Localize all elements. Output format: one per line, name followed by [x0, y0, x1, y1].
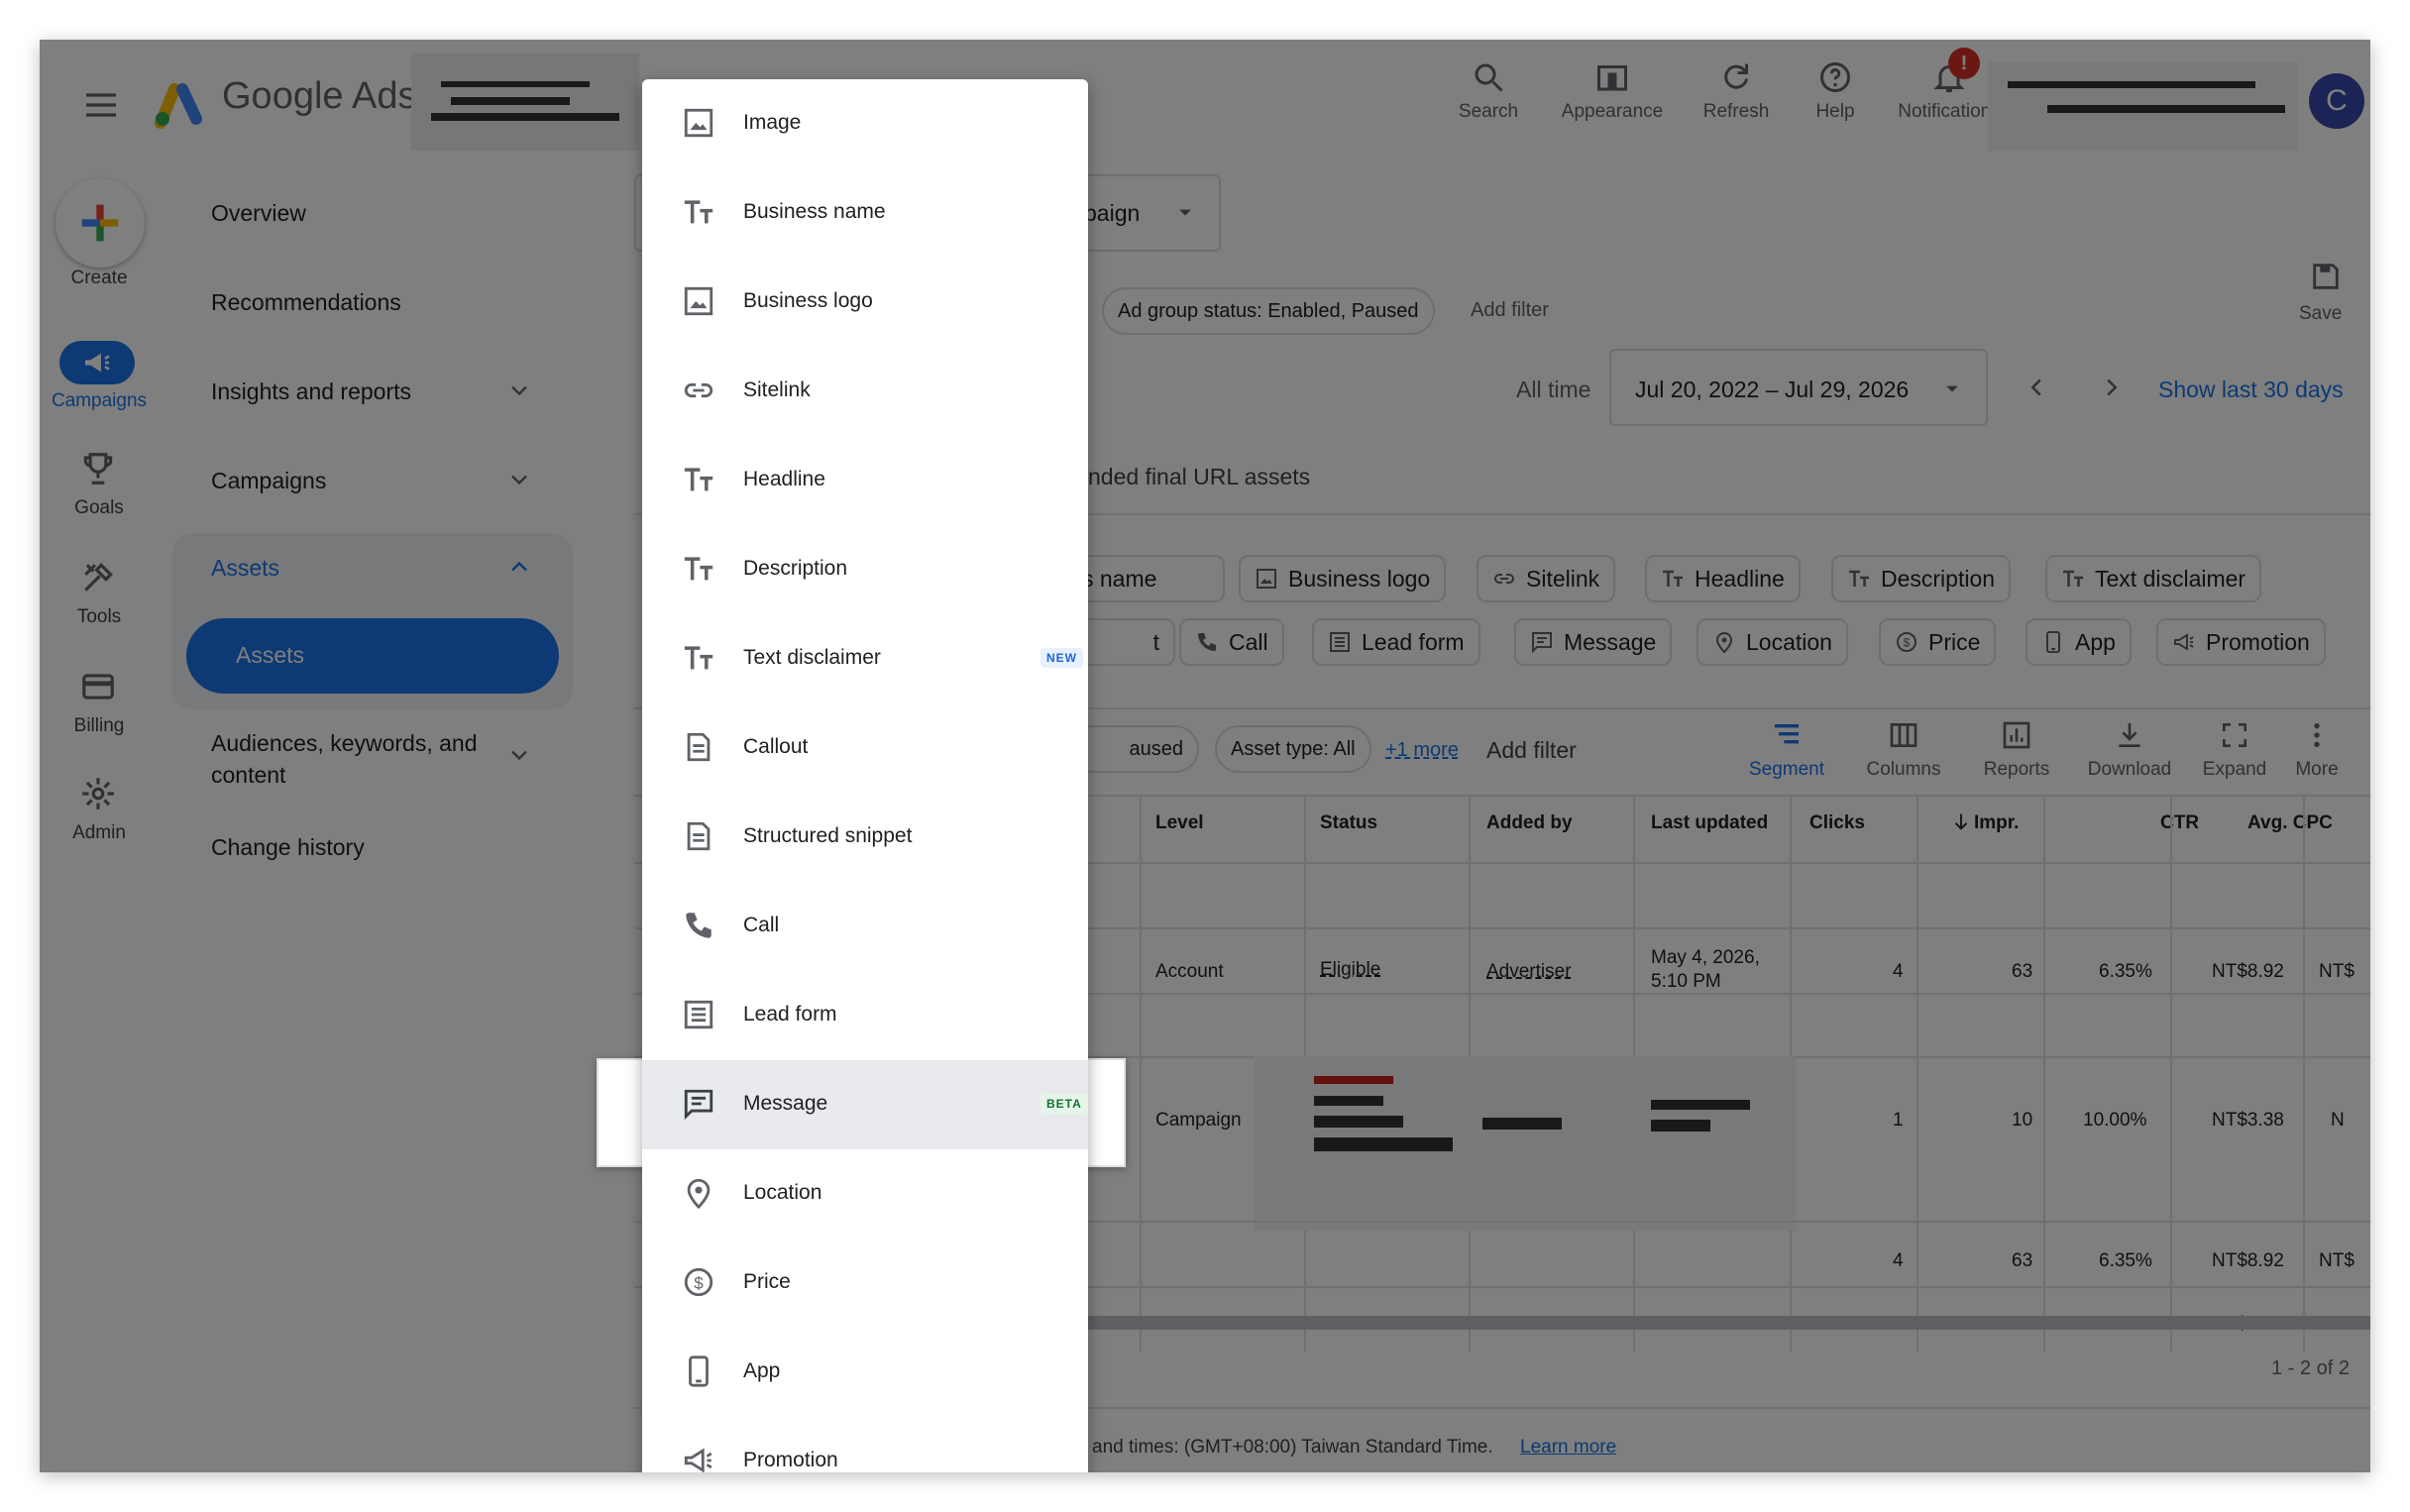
menu-item-business-logo[interactable]: Business logo: [642, 258, 1088, 347]
app-icon: [689, 1355, 709, 1387]
menu-item-structured-snippet[interactable]: Structured snippet: [642, 793, 1088, 882]
document-icon: [687, 732, 711, 762]
text-icon: [684, 468, 713, 491]
link-icon: [684, 382, 713, 398]
asset-type-menu: Image Business name Business logo Siteli…: [642, 79, 1088, 1472]
menu-item-label: Price: [743, 1270, 791, 1293]
menu-item-label: App: [743, 1359, 781, 1382]
menu-item-label: Location: [743, 1181, 822, 1204]
modal-scrim: [40, 40, 2370, 1472]
text-icon: [684, 557, 713, 581]
menu-item-text-disclaimer[interactable]: Text disclaimer NEW: [642, 614, 1088, 703]
menu-item-label: Description: [743, 557, 848, 580]
menu-item-label: Headline: [743, 468, 825, 490]
message-icon: [684, 1089, 713, 1121]
menu-item-price[interactable]: $ Price: [642, 1239, 1088, 1328]
menu-item-promotion[interactable]: Promotion: [642, 1417, 1088, 1472]
menu-item-image[interactable]: Image: [642, 79, 1088, 168]
image-icon: [684, 108, 713, 138]
new-badge: NEW: [1041, 648, 1083, 668]
menu-item-label: Promotion: [743, 1449, 838, 1471]
svg-text:$: $: [694, 1273, 704, 1292]
image-icon: [684, 286, 713, 316]
menu-item-location[interactable]: Location: [642, 1149, 1088, 1239]
menu-item-label: Lead form: [743, 1003, 837, 1026]
menu-item-label: Business logo: [743, 289, 873, 312]
beta-badge: BETA: [1041, 1094, 1088, 1114]
menu-item-message[interactable]: Message BETA: [642, 1060, 1088, 1149]
menu-item-lead-form[interactable]: Lead form: [642, 971, 1088, 1060]
menu-item-callout[interactable]: Callout: [642, 703, 1088, 793]
menu-item-headline[interactable]: Headline: [642, 436, 1088, 525]
menu-item-label: Text disclaimer: [743, 646, 881, 669]
menu-item-description[interactable]: Description: [642, 525, 1088, 614]
menu-item-label: Structured snippet: [743, 824, 913, 847]
promotion-icon: [684, 1448, 712, 1472]
phone-icon: [686, 913, 712, 938]
form-icon: [684, 1000, 713, 1029]
text-icon: [684, 200, 713, 224]
menu-item-call[interactable]: Call: [642, 882, 1088, 971]
menu-item-label: Image: [743, 111, 802, 134]
menu-item-label: Callout: [743, 735, 809, 758]
menu-item-label: Business name: [743, 200, 886, 223]
app-window: Google Ads Search Appearance Refresh Hel…: [40, 40, 2370, 1472]
menu-item-app[interactable]: App: [642, 1328, 1088, 1417]
document-icon: [687, 821, 711, 851]
price-icon: $: [684, 1267, 713, 1297]
location-icon: [687, 1178, 711, 1210]
menu-item-sitelink[interactable]: Sitelink: [642, 347, 1088, 436]
text-icon: [684, 646, 713, 670]
menu-item-label: Sitelink: [743, 378, 811, 401]
menu-item-label: Message: [743, 1092, 828, 1115]
menu-item-label: Call: [743, 914, 780, 936]
menu-item-business-name[interactable]: Business name: [642, 168, 1088, 258]
